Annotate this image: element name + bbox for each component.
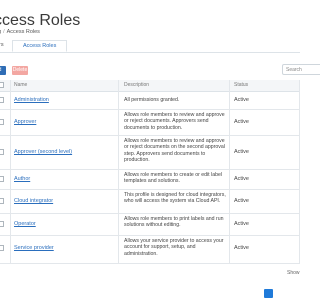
role-name-link[interactable]: Approver (second level) (14, 149, 72, 155)
column-divider (118, 80, 119, 263)
role-description: This profile is designed for cloud integ… (124, 192, 226, 205)
row-checkbox[interactable] (0, 245, 4, 251)
tab-bar: ers Access Roles (0, 40, 300, 53)
role-name-link[interactable]: Service provider (14, 245, 54, 251)
column-header-status[interactable]: Status (234, 82, 248, 88)
role-name-link[interactable]: Approver (14, 119, 36, 125)
breadcrumb-item-current: Access Roles (6, 29, 40, 35)
role-description: All permissions granted. (124, 97, 180, 103)
role-status: Active (234, 119, 249, 125)
breadcrumb-item-parent[interactable]: g (0, 29, 1, 35)
tab-users[interactable]: ers (0, 42, 4, 48)
role-description: Allows role members to review and approv… (124, 112, 225, 131)
row-checkbox[interactable] (0, 176, 4, 182)
role-status: Active (234, 149, 249, 155)
delete-button[interactable]: Delete (12, 66, 28, 75)
column-divider (299, 80, 300, 263)
column-divider (229, 80, 230, 263)
role-description: Allows your service provider to access y… (124, 238, 224, 257)
table-row[interactable]: Service provider Allows your service pro… (0, 235, 300, 264)
row-checkbox[interactable] (0, 97, 4, 103)
role-name-link[interactable]: Administration (14, 97, 49, 103)
row-checkbox[interactable] (0, 149, 4, 155)
row-checkbox[interactable] (0, 119, 4, 125)
tab-access-roles[interactable]: Access Roles (12, 40, 68, 52)
add-button[interactable]: d (0, 66, 6, 75)
table-row[interactable]: Author Allows role members to create or … (0, 169, 300, 190)
role-name-link[interactable]: Operator (14, 221, 36, 227)
search-input[interactable]: Search (282, 64, 320, 75)
column-divider (10, 80, 11, 263)
role-description: Allows role members to create or edit la… (124, 172, 223, 185)
row-checkbox[interactable] (0, 198, 4, 204)
row-checkbox[interactable] (0, 221, 4, 227)
role-status: Active (234, 176, 249, 182)
table-row[interactable]: Operator Allows role members to print la… (0, 213, 300, 236)
page-title: ccess Roles (0, 12, 81, 29)
column-header-description[interactable]: Description (124, 82, 149, 88)
table-row[interactable]: Administration All permissions granted. … (0, 91, 300, 110)
column-header-name[interactable]: Name (14, 82, 27, 88)
table-row[interactable]: Approver (second level) Allows role memb… (0, 135, 300, 170)
table-row[interactable]: Approver Allows role members to review a… (0, 109, 300, 136)
role-status: Active (234, 198, 249, 204)
role-name-link[interactable]: Author (14, 176, 30, 182)
select-all-checkbox[interactable] (0, 82, 4, 88)
pager-label: Show (287, 270, 300, 276)
role-description: Allows role members to print labels and … (124, 216, 224, 229)
pager-current-page[interactable] (264, 289, 273, 298)
role-name-link[interactable]: Cloud integrator (14, 198, 53, 204)
role-status: Active (234, 97, 249, 103)
breadcrumb: g/Access Roles (0, 29, 40, 35)
breadcrumb-separator: / (3, 29, 5, 35)
table-row[interactable]: Cloud integrator This profile is designe… (0, 189, 300, 214)
role-description: Allows role members to review and approv… (124, 138, 225, 164)
role-status: Active (234, 245, 249, 251)
role-status: Active (234, 221, 249, 227)
